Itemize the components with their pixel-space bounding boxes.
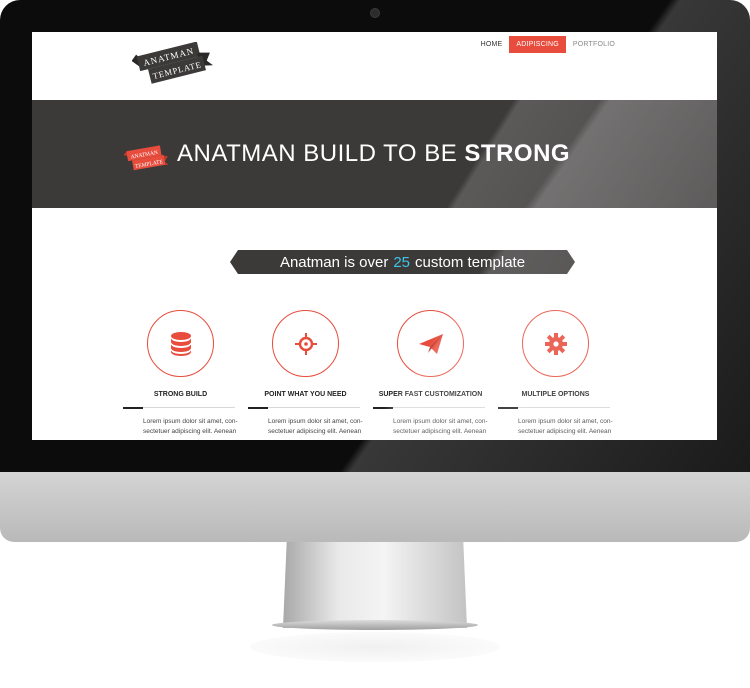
- feature-divider: [123, 407, 235, 409]
- hero-title: ANATMAN BUILD TO BE STRONG: [177, 140, 570, 168]
- nav-item-home[interactable]: HOME: [474, 36, 510, 53]
- feature-text: Lorem ipsum dolor sit amet, con- sectetu…: [518, 417, 618, 437]
- paper-plane-icon: [418, 333, 443, 354]
- monitor-stand-base: [272, 620, 478, 630]
- camera-icon: [370, 8, 380, 18]
- feature-text-line: sectetuer adipiscing elit. Aenean: [393, 428, 487, 435]
- feature-icon-circle: [522, 310, 589, 377]
- feature-title: STRONG BUILD: [153, 391, 208, 398]
- hero-band: ANATMAN TEMPLATE ANATMAN BUILD TO BE STR…: [32, 100, 717, 208]
- feature-strong-build: STRONG BUILD Lorem ipsum dolor sit amet,…: [123, 310, 247, 437]
- stats-ribbon: Anatman is over 25 custom template: [230, 250, 575, 274]
- feature-text-line: sectetuer adipiscing elit. Aenean: [518, 428, 612, 435]
- feature-divider: [373, 407, 485, 409]
- site-header: ANATMAN TEMPLATE HOME ADIPISCING PORTFOL…: [32, 32, 717, 100]
- feature-divider: [498, 407, 610, 409]
- nav-item-adipiscing[interactable]: ADIPISCING: [509, 36, 566, 53]
- feature-text: Lorem ipsum dolor sit amet, con- sectetu…: [393, 417, 493, 437]
- monitor-stand: [283, 542, 467, 628]
- feature-title: POINT WHAT YOU NEED: [264, 391, 347, 398]
- hero-title-bold: STRONG: [464, 140, 571, 167]
- database-icon: [170, 331, 191, 356]
- monitor-chin: [0, 472, 750, 542]
- feature-text-line: sectetuer adipiscing elit. Aenean: [268, 428, 362, 435]
- logo[interactable]: ANATMAN TEMPLATE: [132, 42, 214, 90]
- feature-icon-circle: [272, 310, 339, 377]
- feature-multiple-options: MULTIPLE OPTIONS Lorem ipsum dolor sit a…: [498, 310, 622, 437]
- feature-text-line: Lorem ipsum dolor sit amet, con-: [393, 418, 488, 425]
- feature-text-line: sectetuer adipiscing elit. Aenean: [143, 428, 237, 435]
- nav-item-portfolio[interactable]: PORTFOLIO: [566, 36, 622, 53]
- website-screen: ANATMAN TEMPLATE HOME ADIPISCING PORTFOL…: [32, 32, 717, 440]
- feature-text: Lorem ipsum dolor sit amet, con- sectetu…: [143, 417, 243, 437]
- gear-icon: [544, 332, 567, 355]
- feature-text-line: Lorem ipsum dolor sit amet, con-: [518, 418, 613, 425]
- main-nav: HOME ADIPISCING PORTFOLIO: [474, 36, 622, 53]
- feature-text-line: Lorem ipsum dolor sit amet, con-: [268, 418, 363, 425]
- feature-point-what-you-need: POINT WHAT YOU NEED Lorem ipsum dolor si…: [248, 310, 372, 437]
- feature-icon-circle: [147, 310, 214, 377]
- hero-title-regular: ANATMAN BUILD TO BE: [177, 140, 465, 167]
- imac-mockup: ANATMAN TEMPLATE HOME ADIPISCING PORTFOL…: [0, 0, 750, 688]
- crosshair-icon: [294, 332, 317, 355]
- feature-text: Lorem ipsum dolor sit amet, con- sectetu…: [268, 417, 368, 437]
- hero-logo-badge: ANATMAN TEMPLATE: [124, 145, 168, 171]
- ribbon-prefix: Anatman is over: [279, 253, 389, 271]
- ribbon-number: 25: [393, 253, 411, 271]
- feature-title: SUPER FAST CUSTOMIZATION: [378, 391, 483, 398]
- feature-title: MULTIPLE OPTIONS: [521, 391, 590, 398]
- feature-super-fast-customization: SUPER FAST CUSTOMIZATION Lorem ipsum dol…: [373, 310, 497, 437]
- feature-divider: [248, 407, 360, 409]
- feature-icon-circle: [397, 310, 464, 377]
- ribbon-suffix: custom template: [415, 253, 526, 271]
- feature-text-line: Lorem ipsum dolor sit amet, con-: [143, 418, 238, 425]
- stand-reflection: [250, 632, 500, 662]
